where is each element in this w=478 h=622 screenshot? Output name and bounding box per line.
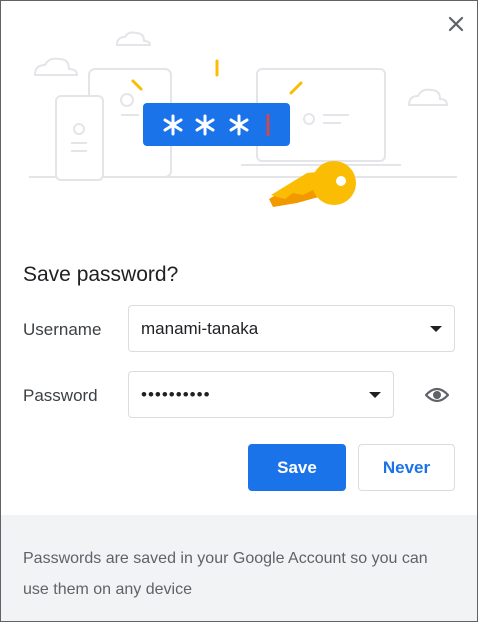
password-mask-icon xyxy=(143,103,290,146)
password-illustration xyxy=(29,31,457,207)
key-icon xyxy=(269,161,356,207)
footer: Passwords are saved in your Google Accou… xyxy=(1,515,477,621)
footer-text: Passwords are saved in your Google Accou… xyxy=(23,550,428,598)
password-label: Password xyxy=(23,386,98,405)
close-button[interactable] xyxy=(441,9,471,39)
eye-icon xyxy=(425,387,449,403)
never-button[interactable]: Never xyxy=(358,444,455,491)
username-label: Username xyxy=(23,320,102,339)
password-select[interactable]: •••••••••• xyxy=(128,371,394,418)
save-password-dialog: Save password? Username manami-tanaka Pa… xyxy=(0,0,478,622)
dialog-title: Save password? xyxy=(23,263,179,286)
chevron-down-icon xyxy=(369,391,381,398)
username-select[interactable]: manami-tanaka xyxy=(128,305,455,352)
password-value: •••••••••• xyxy=(141,384,211,404)
show-password-button[interactable] xyxy=(421,381,453,409)
chevron-down-icon xyxy=(430,325,442,332)
phone-icon xyxy=(55,95,104,181)
close-icon xyxy=(448,16,464,32)
username-value: manami-tanaka xyxy=(141,318,259,338)
save-button[interactable]: Save xyxy=(248,444,346,491)
